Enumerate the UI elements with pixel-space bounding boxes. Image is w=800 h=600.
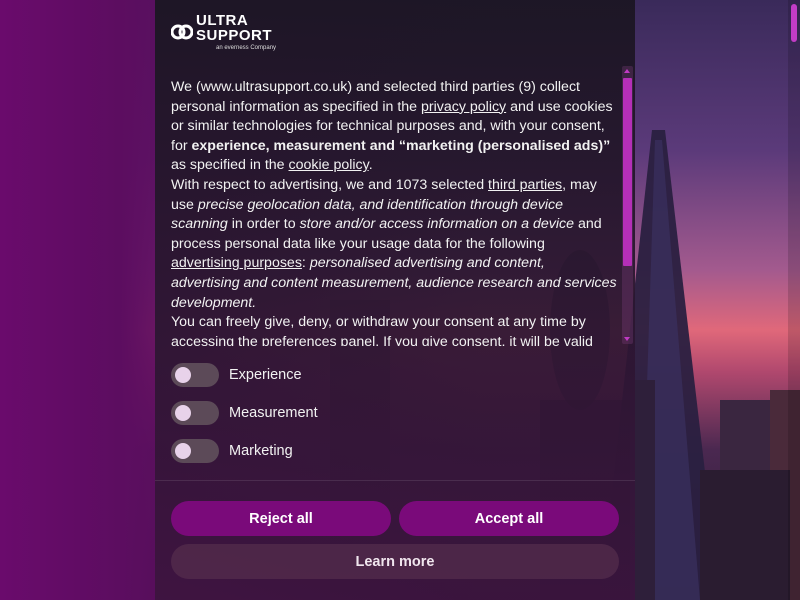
page-scrollbar-thumb[interactable] xyxy=(791,4,797,42)
measurement-label: Measurement xyxy=(229,405,318,421)
learn-more-button[interactable]: Learn more xyxy=(171,544,619,579)
third-parties-link[interactable]: third parties xyxy=(488,177,562,193)
consent-toggles: Experience Measurement Marketing xyxy=(155,347,635,481)
logo-line-1: ULTRA xyxy=(196,12,249,29)
experience-label: Experience xyxy=(229,367,302,383)
marketing-label: Marketing xyxy=(229,443,293,459)
consent-text: We (www.ultrasupport.co.uk) and selected… xyxy=(171,78,617,346)
toggle-row-marketing: Marketing xyxy=(171,439,293,463)
toggle-knob xyxy=(175,405,191,421)
text-scrollbar[interactable] xyxy=(622,66,633,344)
toggle-row-measurement: Measurement xyxy=(171,401,318,425)
text-fragment: : xyxy=(301,255,310,272)
advertising-purposes-link[interactable]: advertising purposes xyxy=(171,255,302,271)
text-scrollbar-thumb[interactable] xyxy=(623,78,632,266)
measurement-toggle[interactable] xyxy=(171,401,219,425)
text-fragment: in order to xyxy=(227,216,300,233)
reject-all-button[interactable]: Reject all xyxy=(171,501,391,536)
toggle-knob xyxy=(175,367,191,383)
consent-paragraph-3: You can freely give, deny, or withdraw y… xyxy=(171,314,593,346)
text-fragment: . xyxy=(368,157,373,174)
toggle-row-experience: Experience xyxy=(171,363,302,387)
scroll-down-arrow-icon[interactable] xyxy=(624,337,630,341)
accept-all-button[interactable]: Accept all xyxy=(399,501,619,536)
text-fragment: With respect to advertising, we and 1073… xyxy=(171,176,489,193)
cookie-policy-link[interactable]: cookie policy xyxy=(289,157,369,173)
italic-text: store and/or access information on a dev… xyxy=(299,216,575,233)
logo-line-2: SUPPORT xyxy=(196,27,273,44)
privacy-policy-link[interactable]: privacy policy xyxy=(421,99,506,115)
consent-paragraph-2: With respect to advertising, we and 1073… xyxy=(171,176,617,313)
logo-tagline: an everness Company xyxy=(216,45,277,51)
consent-paragraph-1: We (www.ultrasupport.co.uk) and selected… xyxy=(171,78,617,176)
scroll-up-arrow-icon[interactable] xyxy=(624,69,630,73)
marketing-toggle[interactable] xyxy=(171,439,219,463)
toggle-knob xyxy=(175,443,191,459)
logo-mark-icon xyxy=(171,24,193,40)
ultra-support-logo: ULTRA SUPPORT an everness Company xyxy=(171,12,277,51)
experience-toggle[interactable] xyxy=(171,363,219,387)
purposes-bold-text: experience, measurement and “marketing (… xyxy=(191,137,611,154)
page-scrollbar[interactable] xyxy=(788,0,800,600)
text-fragment: as specified in the xyxy=(171,157,289,174)
cookie-consent-dialog: ULTRA SUPPORT an everness Company We (ww… xyxy=(155,0,635,600)
